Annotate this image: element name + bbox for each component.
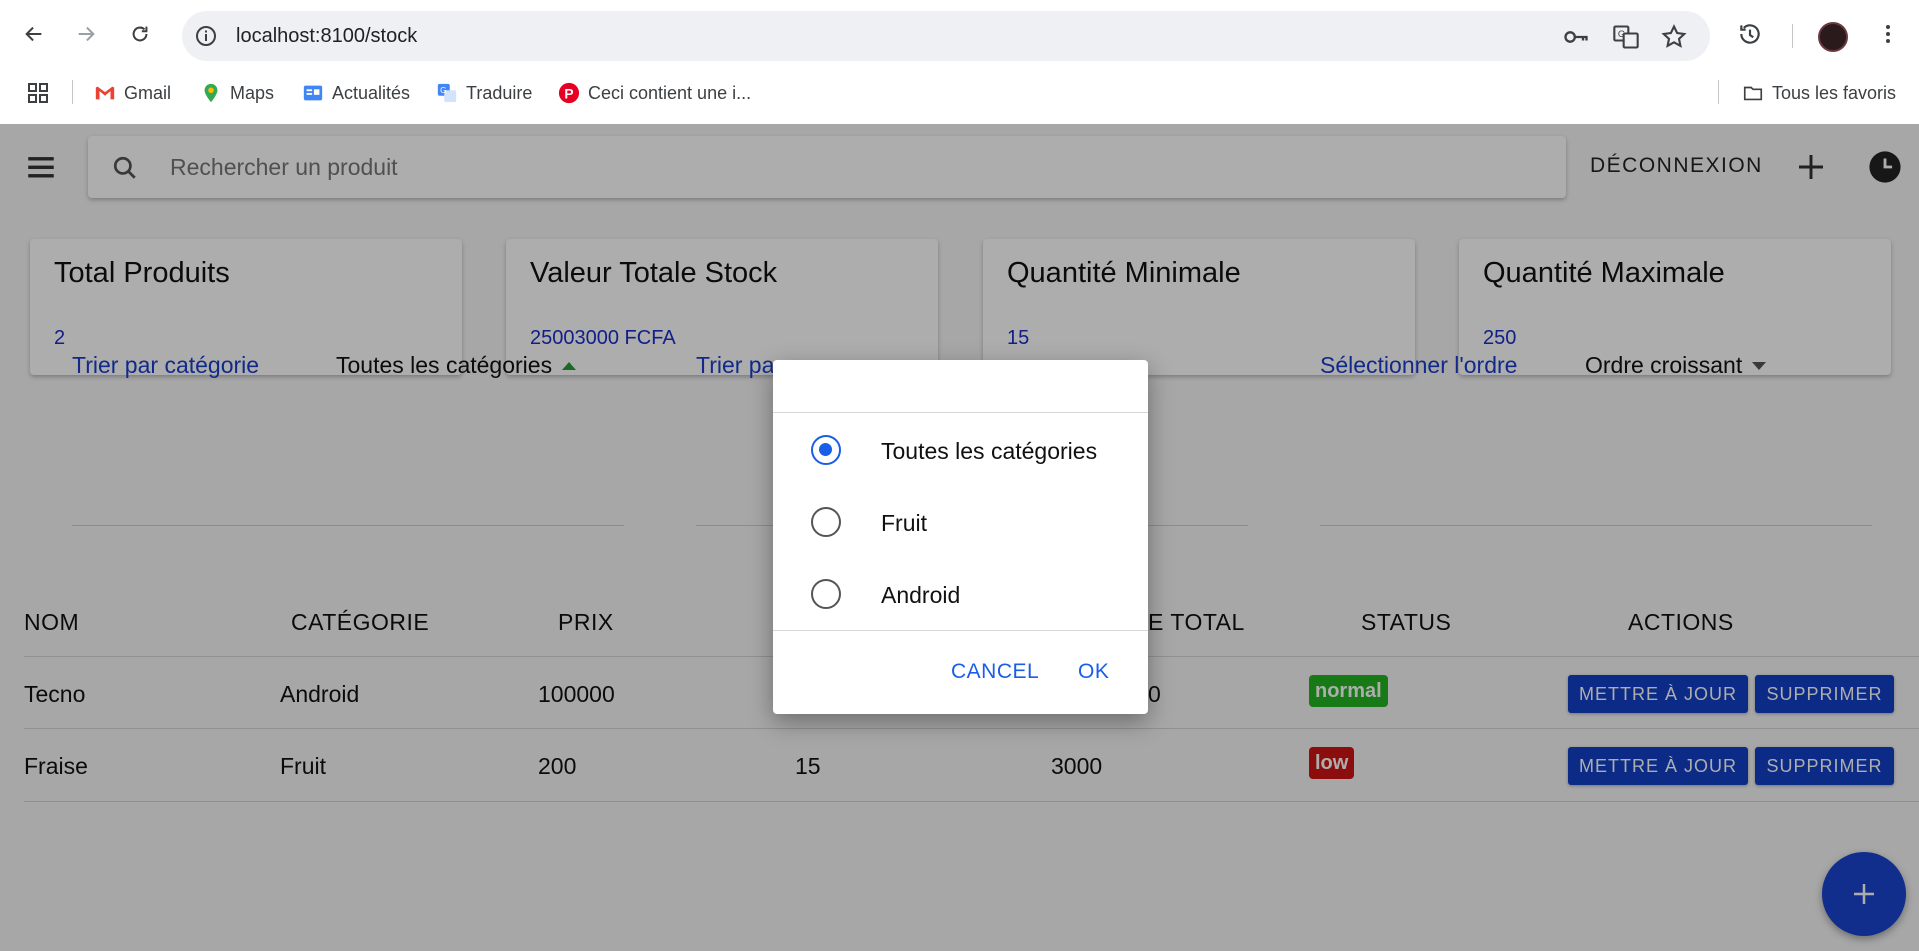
pinterest-icon: P — [558, 82, 580, 104]
translate-icon: G — [436, 82, 458, 104]
bookmark-translate[interactable]: G Traduire — [436, 80, 532, 106]
radio-label: Android — [881, 582, 961, 608]
browser-menu-icon[interactable] — [1872, 18, 1904, 50]
bookmarks-divider — [1718, 80, 1719, 104]
translate-page-icon[interactable]: G — [1612, 23, 1640, 51]
all-bookmarks-label: Tous les favoris — [1772, 82, 1897, 103]
bookmark-pinterest[interactable]: P Ceci contient une i... — [558, 80, 751, 106]
bookmark-label: Maps — [230, 82, 275, 103]
bookmark-gmail[interactable]: Gmail — [94, 80, 171, 106]
radio-button[interactable] — [811, 507, 841, 537]
address-bar[interactable]: localhost:8100/stock G — [182, 11, 1710, 61]
bookmark-label: Traduire — [466, 82, 533, 103]
bookmarks-divider — [72, 80, 73, 104]
radio-option-fruit[interactable]: Fruit — [773, 486, 1148, 558]
url-text[interactable]: localhost:8100/stock — [236, 25, 417, 48]
profile-avatar[interactable] — [1818, 22, 1848, 52]
category-select-dialog: Toutes les catégories Fruit Android CANC… — [773, 360, 1148, 714]
password-key-icon[interactable] — [1562, 23, 1590, 51]
apps-icon[interactable] — [26, 80, 50, 106]
dialog-divider — [773, 630, 1148, 631]
svg-text:G: G — [440, 86, 446, 95]
radio-button[interactable] — [811, 435, 841, 465]
ok-button[interactable]: OK — [1078, 660, 1109, 684]
radio-label: Toutes les catégories — [881, 438, 1098, 464]
history-icon[interactable] — [1734, 18, 1766, 50]
radio-label: Fruit — [881, 510, 927, 536]
news-icon — [302, 82, 324, 104]
all-bookmarks[interactable]: Tous les favoris — [1742, 80, 1896, 106]
bookmark-label: Ceci contient une i... — [588, 82, 752, 103]
gmail-icon — [94, 82, 116, 104]
bookmark-star-icon[interactable] — [1660, 23, 1688, 51]
maps-icon — [200, 82, 222, 104]
radio-option-android[interactable]: Android — [773, 558, 1148, 630]
bookmark-maps[interactable]: Maps — [200, 80, 274, 106]
folder-icon — [1742, 82, 1764, 104]
bookmarks-bar: Gmail Maps Actualités G Traduire P Ceci … — [0, 72, 1919, 112]
back-icon[interactable] — [16, 16, 52, 52]
cancel-button[interactable]: CANCEL — [951, 660, 1039, 684]
bookmark-label: Actualités — [332, 82, 411, 103]
site-info-icon[interactable] — [194, 24, 218, 48]
radio-button[interactable] — [811, 579, 841, 609]
forward-icon[interactable] — [68, 16, 104, 52]
toolbar-divider — [1792, 24, 1793, 48]
bookmark-news[interactable]: Actualités — [302, 80, 410, 106]
bookmark-label: Gmail — [124, 82, 172, 103]
svg-text:P: P — [564, 87, 573, 102]
svg-text:G: G — [1618, 29, 1625, 39]
browser-chrome: localhost:8100/stock G Gmail Maps Actual… — [0, 0, 1919, 124]
reload-icon[interactable] — [122, 16, 158, 52]
radio-option-all[interactable]: Toutes les catégories — [773, 414, 1148, 486]
dialog-divider — [773, 412, 1148, 413]
